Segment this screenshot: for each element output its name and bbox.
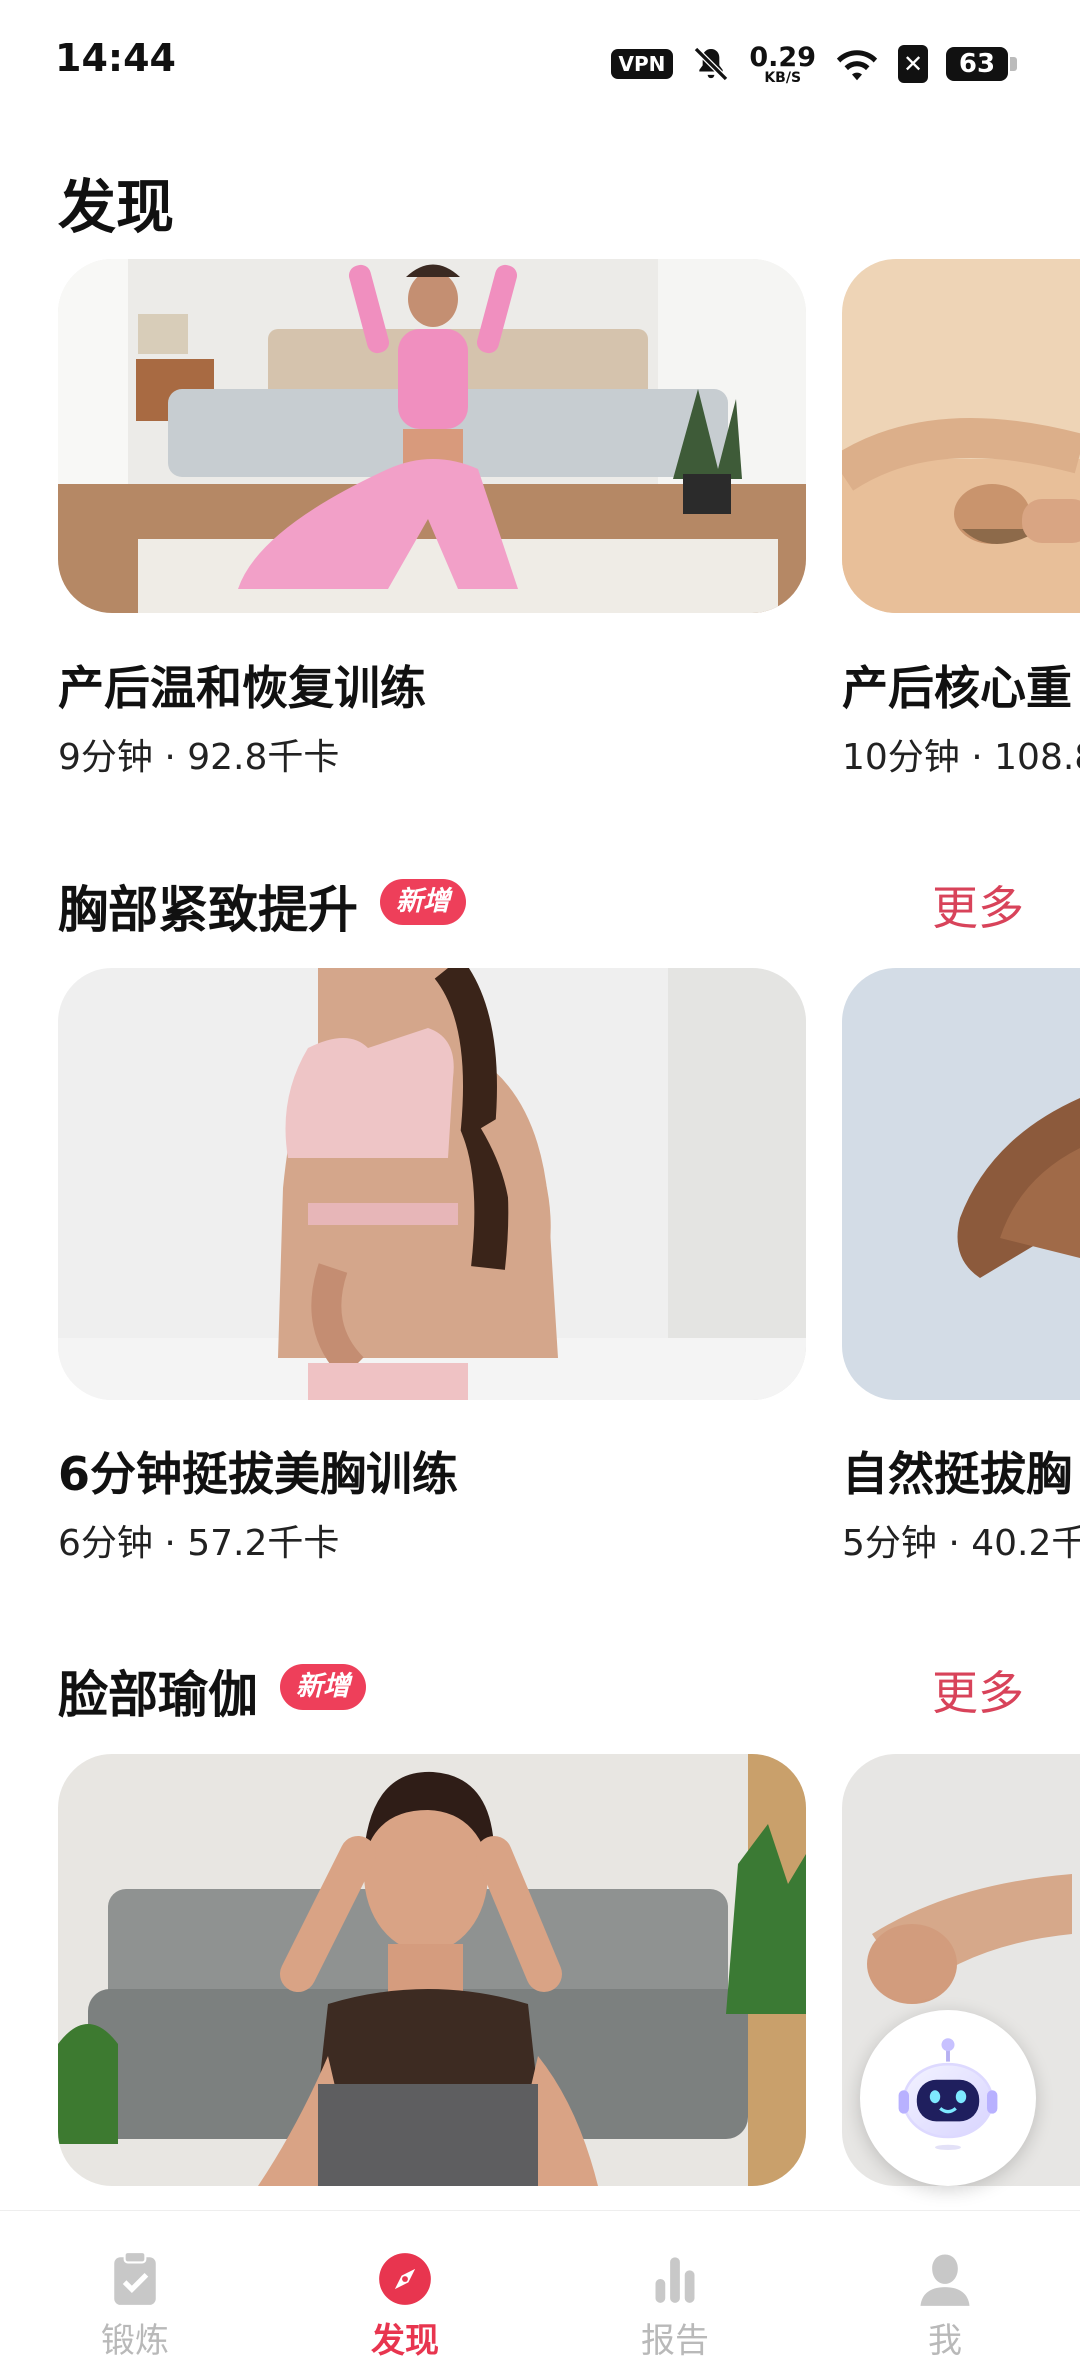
nav-tab-report[interactable]: 报告: [540, 2211, 810, 2376]
card-image-postpartum-core[interactable]: [842, 259, 1080, 613]
status-bar: 14:44 VPN 0.29 KB/S ✕ 63: [0, 0, 1080, 120]
new-badge: 新增: [280, 1664, 366, 1710]
card-image-chest-training[interactable]: [58, 968, 806, 1400]
sim-off-icon: ✕: [898, 45, 928, 83]
card-title: 产后温和恢复训练: [58, 661, 426, 715]
more-link-face-yoga[interactable]: 更多: [932, 1657, 1024, 1723]
section-title-face-yoga: 脸部瑜伽: [58, 1666, 258, 1724]
page-title: 发现: [58, 173, 175, 241]
nav-tab-discover[interactable]: 发现: [270, 2211, 540, 2376]
bar-chart-icon: [655, 2257, 695, 2303]
status-icons: VPN 0.29 KB/S ✕ 63: [610, 40, 1017, 88]
wifi-icon: [836, 50, 878, 81]
clipboard-check-icon: [114, 2251, 156, 2305]
card-meta: 10分钟 · 108.8: [842, 737, 1080, 778]
battery-icon: 63: [946, 47, 1017, 81]
more-link-chest[interactable]: 更多: [932, 872, 1024, 938]
nav-label: 锻炼: [101, 2321, 169, 2361]
nav-label: 报告: [641, 2321, 709, 2361]
card-title: 6分钟挺拔美胸训练: [58, 1447, 459, 1501]
network-speed: 0.29 KB/S: [749, 41, 816, 86]
status-time: 14:44: [55, 36, 176, 80]
new-badge: 新增: [380, 879, 466, 925]
nav-tab-me[interactable]: 我: [810, 2211, 1080, 2376]
card-meta: 6分钟 · 57.2千卡: [58, 1523, 340, 1564]
card-image-postpartum-recovery[interactable]: [58, 259, 806, 613]
bottom-nav: 锻炼 发现 报告 我: [0, 2210, 1080, 2376]
nav-tab-workout[interactable]: 锻炼: [0, 2211, 270, 2376]
card-title: 产后核心重: [842, 661, 1072, 715]
nav-label: 我: [928, 2321, 962, 2361]
card-title: 自然挺拔胸: [842, 1447, 1072, 1501]
ai-assistant-button[interactable]: [860, 2010, 1036, 2186]
card-meta: 5分钟 · 40.2千: [842, 1523, 1080, 1564]
card-meta: 9分钟 · 92.8千卡: [58, 737, 340, 778]
bell-off-icon: [694, 46, 729, 82]
compass-icon: [379, 2253, 431, 2305]
user-icon: [920, 2254, 970, 2306]
vpn-icon: VPN: [610, 49, 674, 79]
section-title-chest: 胸部紧致提升: [58, 881, 358, 939]
robot-icon: [898, 2038, 998, 2150]
card-image-face-yoga[interactable]: [58, 1754, 806, 2186]
card-image-natural-chest[interactable]: [842, 968, 1080, 1400]
nav-label: 发现: [371, 2321, 439, 2361]
